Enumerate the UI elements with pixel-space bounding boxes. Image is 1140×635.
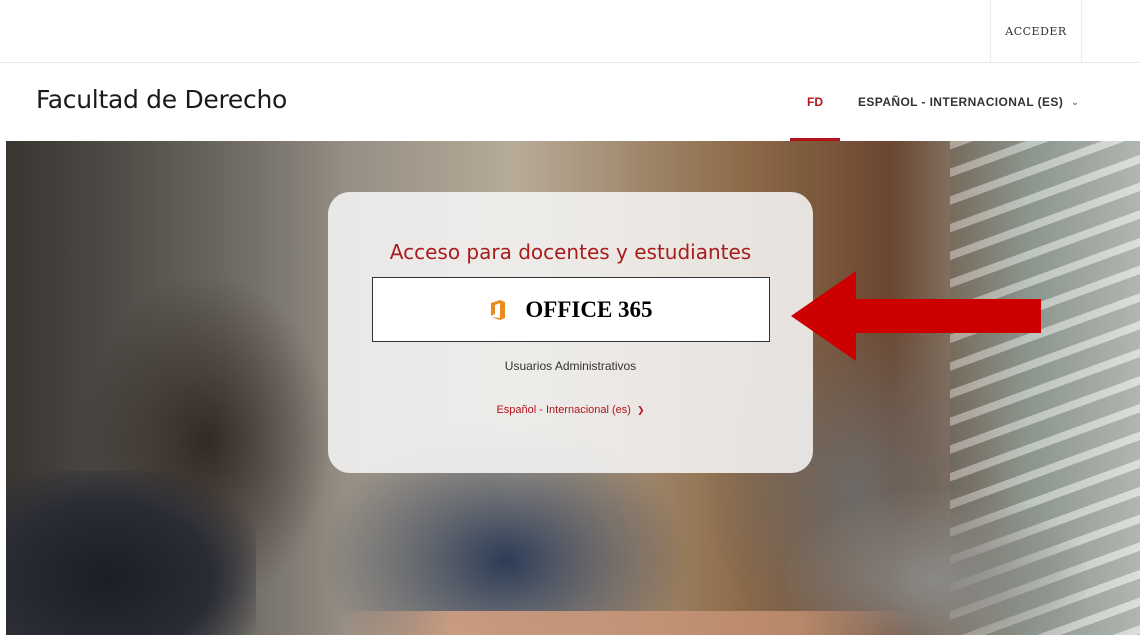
site-title[interactable]: Facultad de Derecho xyxy=(36,85,287,114)
site-header: Facultad de Derecho FD ESPAÑOL - INTERNA… xyxy=(0,63,1140,141)
login-card: Acceso para docentes y estudiantes OFFIC… xyxy=(328,192,813,473)
top-bar: ACCEDER xyxy=(0,0,1140,63)
admin-users-link[interactable]: Usuarios Administrativos xyxy=(328,359,813,373)
arrow-left-icon xyxy=(791,271,1041,361)
language-select-label: Español - Internacional (es) xyxy=(496,404,631,416)
language-select[interactable]: Español - Internacional (es) ❯ xyxy=(328,404,813,416)
language-menu[interactable]: ESPAÑOL - INTERNACIONAL (ES) ⌄ xyxy=(858,63,1079,141)
login-button[interactable]: ACCEDER xyxy=(990,0,1082,62)
chevron-down-icon: ⌄ xyxy=(1071,96,1080,107)
hero-background-image: Acceso para docentes y estudiantes OFFIC… xyxy=(6,141,1140,635)
login-heading: Acceso para docentes y estudiantes xyxy=(389,240,752,264)
chevron-down-icon: ❯ xyxy=(637,405,645,415)
language-menu-label: ESPAÑOL - INTERNACIONAL (ES) xyxy=(858,95,1064,109)
nav-item-fd[interactable]: FD xyxy=(790,63,840,141)
office-icon xyxy=(489,299,507,321)
office-365-label: OFFICE 365 xyxy=(525,296,653,322)
office-365-login-button[interactable]: OFFICE 365 xyxy=(372,277,770,342)
